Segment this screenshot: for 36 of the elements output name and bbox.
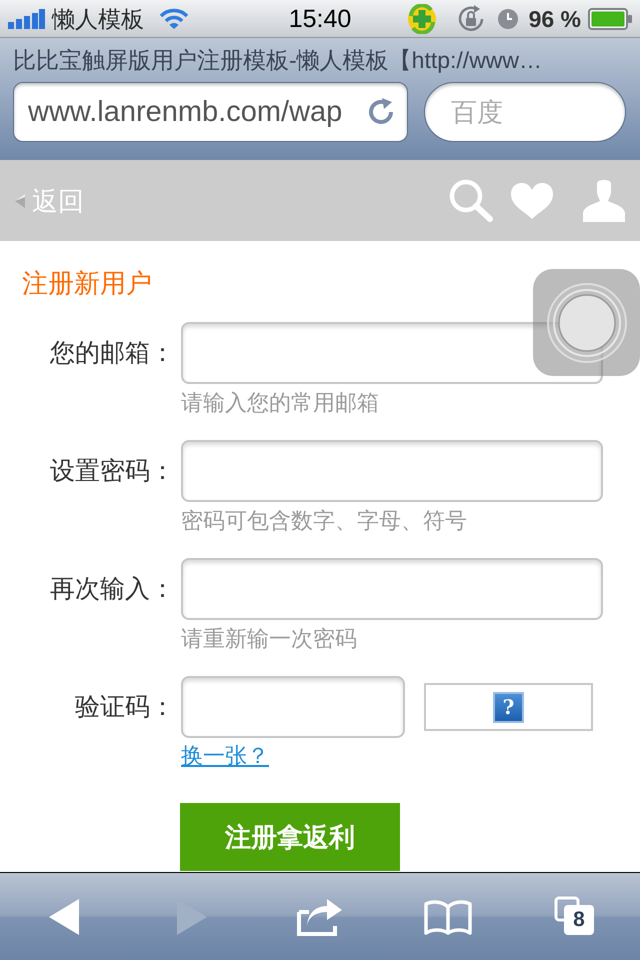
form-title: 注册新用户 xyxy=(22,268,152,298)
field-label: 再次输入： xyxy=(50,574,175,605)
input-field[interactable] xyxy=(181,440,603,502)
clock-time: 15:40 xyxy=(288,4,352,34)
field-hint: 密码可包含数字、字母、符号 xyxy=(181,509,467,533)
battery-icon xyxy=(588,8,632,30)
heart-icon[interactable] xyxy=(510,182,554,220)
wifi-icon xyxy=(159,8,189,30)
captcha-field[interactable] xyxy=(181,676,405,738)
register-button[interactable]: 注册拿返利 xyxy=(180,803,400,871)
clock-icon xyxy=(496,8,519,30)
field-hint: 请重新输一次密码 xyxy=(181,627,357,651)
input-field[interactable] xyxy=(181,558,603,620)
search-icon[interactable] xyxy=(448,178,494,224)
search-field[interactable]: 百度 xyxy=(424,82,626,142)
captcha-image[interactable]: ? xyxy=(424,683,593,731)
caret-left-icon xyxy=(14,192,26,208)
input-field[interactable] xyxy=(181,322,603,384)
reload-icon[interactable] xyxy=(366,97,396,127)
address-field[interactable]: www.lanrenmb.com/wap xyxy=(13,82,408,142)
battery-percent: 96 % xyxy=(528,4,581,34)
field-label: 设置密码： xyxy=(50,456,175,487)
plus-badge-icon xyxy=(406,4,437,34)
question-icon: ? xyxy=(493,692,524,722)
page-title: 比比宝触屏版用户注册模板-懒人模板【http://www… xyxy=(13,46,542,75)
carrier-name: 懒人模板 xyxy=(52,4,144,34)
tab-count: 8 xyxy=(564,904,594,934)
assistive-touch-button[interactable] xyxy=(533,269,640,376)
refresh-captcha-link[interactable]: 换一张？ xyxy=(181,743,269,769)
field-label: 您的邮箱： xyxy=(50,338,175,369)
signal-icon xyxy=(8,8,45,28)
user-icon[interactable] xyxy=(582,180,626,222)
ring-icon xyxy=(546,282,628,364)
tabs-button[interactable]: 8 xyxy=(548,890,604,944)
field-hint: 请输入您的常用邮箱 xyxy=(181,391,379,415)
field-label: 验证码： xyxy=(75,692,175,723)
